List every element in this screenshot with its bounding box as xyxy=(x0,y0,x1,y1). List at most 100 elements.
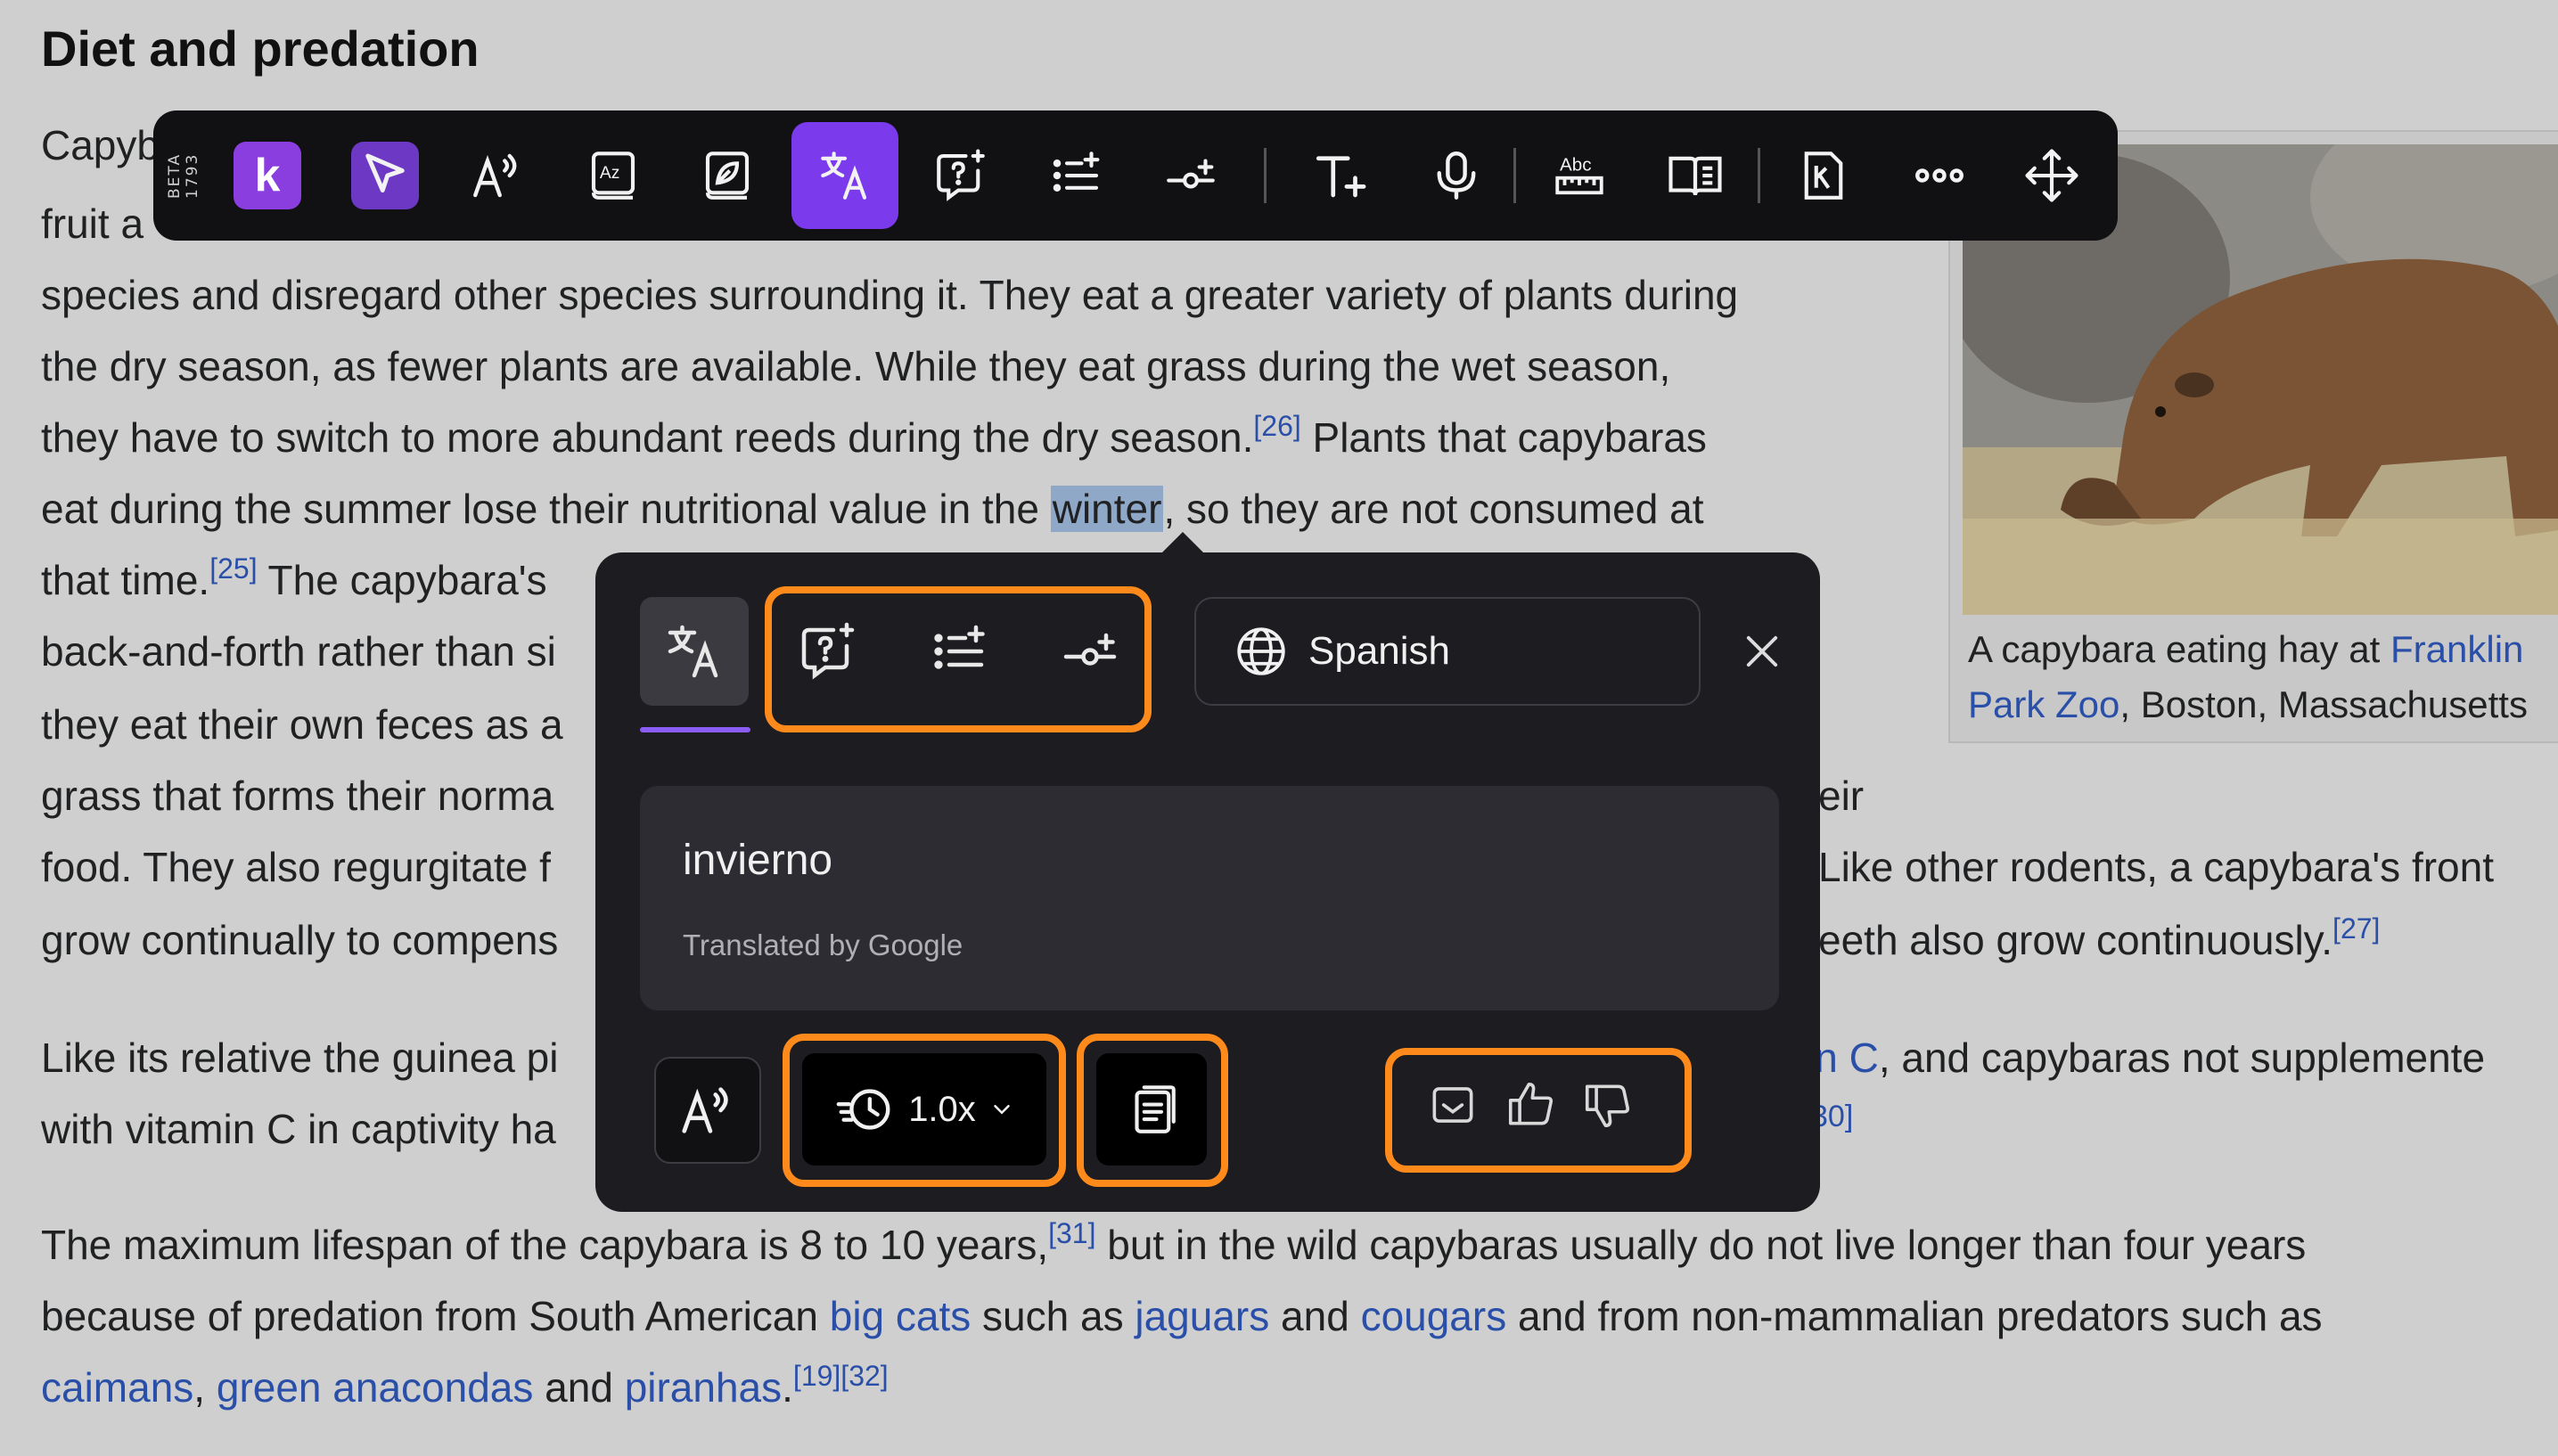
selected-word[interactable]: winter xyxy=(1050,486,1164,532)
text-line: that time.[25] The capybara's xyxy=(41,554,547,601)
text-line: species and disregard other species surr… xyxy=(41,272,1739,318)
dictionary-button[interactable]: Az xyxy=(560,122,667,229)
text-fragment: because of predation from South American xyxy=(41,1293,830,1339)
text-fragment: Capyb xyxy=(41,122,160,168)
language-selector[interactable]: Spanish xyxy=(1194,597,1701,706)
spelling-icon: Abc xyxy=(1555,155,1603,195)
text-line: eir xyxy=(1818,773,1865,819)
text-line: with vitamin C in captivity ha xyxy=(41,1106,556,1152)
big-cats-link[interactable]: big cats xyxy=(830,1293,972,1339)
feedback-comment-button[interactable] xyxy=(1419,1071,1487,1139)
thumbs-down-icon xyxy=(1585,1084,1630,1128)
translate-icon xyxy=(668,625,718,678)
cougars-link[interactable]: cougars xyxy=(1361,1293,1507,1339)
translation-result: invierno Translated by Google xyxy=(640,786,1779,1010)
text-fragment: , so they are not consumed at xyxy=(1163,486,1704,532)
read-aloud-button[interactable] xyxy=(444,122,551,229)
reader-icon xyxy=(1668,156,1722,196)
text-line: food. They also regurgitate f xyxy=(41,844,551,890)
close-button[interactable] xyxy=(1733,622,1791,681)
toolbar-divider xyxy=(1513,148,1516,203)
caimans-link[interactable]: caimans xyxy=(41,1364,193,1411)
chevron-down-icon xyxy=(994,1105,1010,1115)
citation-link[interactable]: [25] xyxy=(209,552,257,585)
kami-button[interactable] xyxy=(1770,122,1877,229)
citation-link[interactable]: [31] xyxy=(1048,1217,1095,1249)
section-heading: Diet and predation xyxy=(41,20,480,77)
translate-button[interactable] xyxy=(791,122,898,229)
text-format-button[interactable] xyxy=(1287,122,1394,229)
jaguars-link[interactable]: jaguars xyxy=(1135,1293,1269,1339)
text-fragment: and xyxy=(533,1364,625,1411)
read-aloud-icon xyxy=(682,1087,728,1133)
speed-label: 1.0x xyxy=(908,1089,976,1129)
copy-icon xyxy=(1135,1085,1176,1133)
text-format-icon xyxy=(1316,156,1366,198)
speak-translation-button[interactable] xyxy=(654,1057,761,1164)
text-line: back-and-forth rather than si xyxy=(41,628,556,675)
select-icon xyxy=(365,153,405,192)
tab-translate[interactable] xyxy=(640,597,749,706)
microphone-button[interactable] xyxy=(1403,122,1510,229)
thumbs-down-button[interactable] xyxy=(1574,1071,1642,1139)
copy-button[interactable] xyxy=(1096,1053,1207,1166)
translate-icon xyxy=(821,151,867,200)
move-icon xyxy=(2025,149,2078,202)
text-fragment: , and capybaras not supplemente xyxy=(1878,1035,2486,1081)
explain-button[interactable] xyxy=(1137,122,1244,229)
dictionary-icon: Az xyxy=(591,151,635,200)
text-line: Like other rodents, a capybara's front xyxy=(1818,844,2494,890)
caption-text: , Boston, Massachusetts xyxy=(2119,683,2528,725)
spelling-label: Abc xyxy=(1560,155,1592,176)
microphone-icon xyxy=(1437,151,1476,200)
tab-explain[interactable] xyxy=(1036,597,1144,706)
green-anacondas-link[interactable]: green anacondas xyxy=(217,1364,534,1411)
language-label: Spanish xyxy=(1308,629,1451,673)
summarize-icon xyxy=(934,625,985,669)
reader-button[interactable] xyxy=(1642,122,1749,229)
ask-button[interactable] xyxy=(907,122,1014,229)
read-aloud-icon xyxy=(473,153,517,198)
figure-caption: A capybara eating hay at Franklin Park Zo… xyxy=(1968,622,2558,732)
text-line: grass that forms their norma xyxy=(41,773,554,819)
svg-text:Az: Az xyxy=(600,164,619,183)
citation-link[interactable]: [26] xyxy=(1253,410,1300,442)
globe-icon xyxy=(1237,627,1285,675)
summarize-button[interactable] xyxy=(1023,122,1130,229)
simplify-icon xyxy=(705,151,750,200)
text-line: fruit a xyxy=(41,203,143,244)
text-line: because of predation from South American… xyxy=(41,1296,2323,1337)
reading-toolbar: BETA 1793 k Az Abc xyxy=(153,110,2118,241)
text-line: in C, and capybaras not supplemente xyxy=(1806,1037,2485,1078)
summarize-icon xyxy=(1053,151,1100,192)
tab-ask[interactable] xyxy=(774,597,882,706)
logo-icon: k xyxy=(254,150,281,201)
text-line: they have to switch to more abundant ree… xyxy=(41,412,1707,461)
text-line: The maximum lifespan of the capybara is … xyxy=(41,1219,2306,1268)
text-fragment: fruit a xyxy=(41,200,144,247)
move-button[interactable] xyxy=(1998,122,2105,229)
translation-credit: Translated by Google xyxy=(683,928,963,961)
close-icon xyxy=(1746,635,1778,667)
toolbar-divider xyxy=(1264,148,1267,203)
franklin-park-zoo-link[interactable]: Franklin xyxy=(2390,628,2523,670)
thumbs-up-button[interactable] xyxy=(1497,1071,1565,1139)
citation-link[interactable]: [27] xyxy=(2333,912,2380,945)
text-line: the dry season, as fewer plants are avai… xyxy=(41,343,1671,389)
tab-summarize[interactable] xyxy=(906,597,1014,706)
translated-text: invierno xyxy=(683,837,833,884)
speed-selector[interactable]: 1.0x xyxy=(802,1053,1046,1166)
text-fragment: they have to switch to more abundant ree… xyxy=(41,414,1254,461)
text-fragment: The maximum lifespan of the capybara is … xyxy=(41,1222,1049,1268)
piranhas-link[interactable]: piranhas xyxy=(625,1364,782,1411)
page-background: Diet and predation Capyb fruit a species… xyxy=(0,0,2558,1456)
citation-link[interactable]: [19][32] xyxy=(793,1360,889,1392)
simplify-button[interactable] xyxy=(674,122,781,229)
text-line: Capyb xyxy=(41,125,160,166)
logo-button[interactable]: k xyxy=(234,142,301,209)
select-button[interactable] xyxy=(351,142,419,209)
franklin-park-zoo-link[interactable]: Park Zoo xyxy=(1968,683,2119,725)
spelling-button[interactable]: Abc xyxy=(1526,122,1633,229)
more-button[interactable] xyxy=(1886,122,1993,229)
text-line: Like its relative the guinea pi xyxy=(41,1035,559,1081)
